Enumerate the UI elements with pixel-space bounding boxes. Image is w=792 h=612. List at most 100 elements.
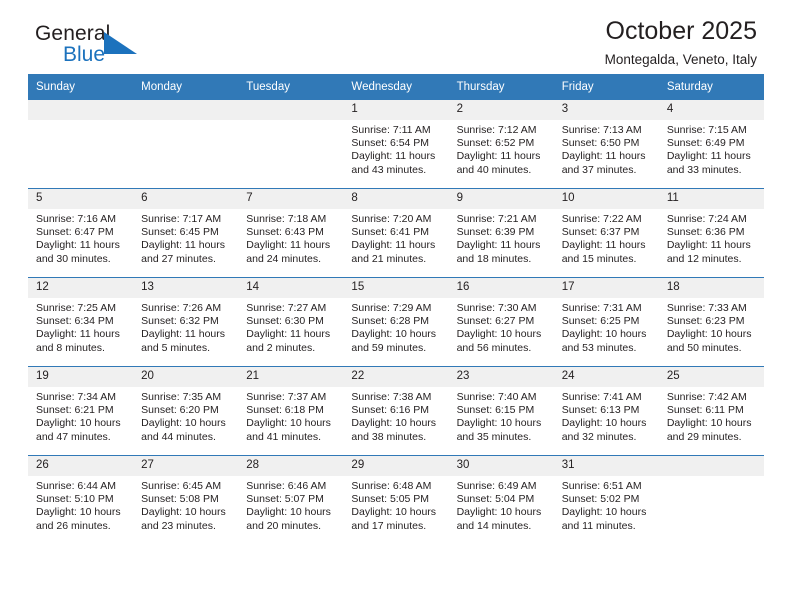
sunset-text: Sunset: 6:39 PM — [456, 226, 535, 239]
day-number: 20 — [133, 367, 239, 387]
day-number: 19 — [28, 367, 134, 387]
sunrise-text: Sunrise: 7:22 AM — [561, 213, 642, 225]
daylight-text: Daylight: 11 hours and 8 minutes. — [36, 328, 120, 354]
day-details: Sunrise: 7:25 AM Sunset: 6:34 PM Daylight:… — [28, 298, 133, 355]
sunrise-text: Sunrise: 7:24 AM — [666, 213, 747, 225]
sunrise-text: Sunrise: 7:20 AM — [351, 213, 432, 225]
calendar-day-cell[interactable]: 31 Sunrise: 6:51 AM Sunset: 5:02 PM Dayligh… — [553, 455, 659, 544]
calendar-day-cell[interactable]: 18 Sunrise: 7:33 AM Sunset: 6:23 PM Dayligh… — [658, 277, 764, 367]
sunrise-text: Sunrise: 7:30 AM — [456, 302, 537, 314]
calendar-day-cell[interactable]: 29 Sunrise: 6:48 AM Sunset: 5:05 PM Dayligh… — [343, 455, 449, 544]
sunrise-text: Sunrise: 7:33 AM — [666, 302, 747, 314]
calendar-week-row: 5 Sunrise: 7:16 AM Sunset: 6:47 PM Daylight… — [28, 188, 764, 278]
sunrise-text: Sunrise: 7:18 AM — [246, 213, 327, 225]
sunrise-text: Sunrise: 6:46 AM — [246, 480, 327, 492]
calendar-day-cell[interactable]: 2 Sunrise: 7:12 AM Sunset: 6:52 PM Daylight… — [448, 100, 554, 189]
sunset-text: Sunset: 6:32 PM — [141, 315, 219, 328]
sunrise-text: Sunrise: 7:41 AM — [561, 391, 642, 403]
daylight-text: Daylight: 10 hours and 53 minutes. — [561, 328, 647, 354]
calendar-day-cell[interactable]: 16 Sunrise: 7:30 AM Sunset: 6:27 PM Dayligh… — [448, 277, 554, 367]
page-subtitle: Montegalda, Veneto, Italy — [604, 52, 757, 67]
sunset-text: Sunset: 6:28 PM — [351, 315, 430, 328]
day-details: Sunrise: 7:37 AM Sunset: 6:18 PM Daylight:… — [238, 387, 343, 444]
day-number — [238, 100, 344, 120]
daylight-text: Daylight: 11 hours and 21 minutes. — [351, 239, 436, 265]
calendar-day-cell[interactable]: 27 Sunrise: 6:45 AM Sunset: 5:08 PM Dayligh… — [133, 455, 239, 544]
general-blue-logo[interactable]: General Blue — [35, 22, 155, 74]
sunset-text: Sunset: 6:16 PM — [351, 404, 430, 417]
calendar-day-cell[interactable]: 1 Sunrise: 7:11 AM Sunset: 6:54 PM Daylight… — [343, 100, 449, 189]
daylight-text: Daylight: 10 hours and 47 minutes. — [36, 417, 121, 443]
calendar-day-cell[interactable]: 6 Sunrise: 7:17 AM Sunset: 6:45 PM Daylight… — [133, 188, 239, 278]
sunrise-text: Sunrise: 7:13 AM — [561, 124, 642, 136]
page-header: General Blue October 2025 Montegalda, Ve… — [28, 0, 764, 74]
calendar-day-cell[interactable]: 12 Sunrise: 7:25 AM Sunset: 6:34 PM Dayligh… — [28, 277, 134, 367]
calendar-body: 1 Sunrise: 7:11 AM Sunset: 6:54 PM Daylight… — [28, 100, 764, 544]
calendar-table: Sunday Monday Tuesday Wednesday Thursday… — [28, 74, 764, 544]
calendar-day-cell[interactable]: 28 Sunrise: 6:46 AM Sunset: 5:07 PM Dayligh… — [238, 455, 344, 544]
sunrise-text: Sunrise: 6:49 AM — [456, 480, 537, 492]
day-details: Sunrise: 7:22 AM Sunset: 6:37 PM Daylight:… — [554, 209, 659, 266]
calendar-day-cell[interactable]: 30 Sunrise: 6:49 AM Sunset: 5:04 PM Dayligh… — [448, 455, 554, 544]
sunset-text: Sunset: 5:08 PM — [141, 493, 219, 506]
sunset-text: Sunset: 6:36 PM — [666, 226, 745, 239]
day-number: 24 — [553, 367, 659, 387]
sunrise-text: Sunrise: 6:51 AM — [561, 480, 642, 492]
day-details: Sunrise: 7:41 AM Sunset: 6:13 PM Daylight:… — [554, 387, 659, 444]
calendar-day-cell[interactable]: 23 Sunrise: 7:40 AM Sunset: 6:15 PM Dayligh… — [448, 366, 554, 456]
sunset-text: Sunset: 6:11 PM — [666, 404, 744, 417]
calendar-day-cell[interactable]: 17 Sunrise: 7:31 AM Sunset: 6:25 PM Dayligh… — [553, 277, 659, 367]
daylight-text: Daylight: 10 hours and 14 minutes. — [456, 506, 542, 532]
calendar-day-cell[interactable]: 26 Sunrise: 6:44 AM Sunset: 5:10 PM Dayligh… — [28, 455, 134, 544]
sunset-text: Sunset: 6:43 PM — [246, 226, 324, 239]
calendar-day-cell[interactable]: 9 Sunrise: 7:21 AM Sunset: 6:39 PM Daylight… — [448, 188, 554, 278]
sunset-text: Sunset: 6:20 PM — [141, 404, 219, 417]
page-title: October 2025 — [605, 17, 758, 45]
calendar-day-cell[interactable]: 20 Sunrise: 7:35 AM Sunset: 6:20 PM Dayligh… — [133, 366, 239, 456]
day-details: Sunrise: 7:13 AM Sunset: 6:50 PM Daylight:… — [554, 120, 659, 177]
calendar-day-cell[interactable]: 5 Sunrise: 7:16 AM Sunset: 6:47 PM Daylight… — [28, 188, 134, 278]
sunset-text: Sunset: 5:02 PM — [561, 493, 640, 506]
weekday-header-monday: Monday — [133, 74, 239, 100]
day-number: 13 — [133, 278, 239, 298]
sunset-text: Sunset: 5:04 PM — [456, 493, 535, 506]
day-number: 27 — [133, 456, 239, 476]
calendar-day-cell[interactable]: 10 Sunrise: 7:22 AM Sunset: 6:37 PM Dayligh… — [553, 188, 659, 278]
daylight-text: Daylight: 10 hours and 20 minutes. — [246, 506, 331, 532]
sunrise-text: Sunrise: 6:44 AM — [36, 480, 116, 492]
day-number: 10 — [553, 189, 659, 209]
weekday-header-wednesday: Wednesday — [343, 74, 449, 100]
sunset-text: Sunset: 6:50 PM — [561, 137, 640, 150]
day-number: 14 — [238, 278, 344, 298]
calendar-day-cell[interactable]: 8 Sunrise: 7:20 AM Sunset: 6:41 PM Daylight… — [343, 188, 449, 278]
day-number: 1 — [343, 100, 449, 120]
sunrise-text: Sunrise: 7:15 AM — [666, 124, 747, 136]
calendar-day-cell[interactable]: 4 Sunrise: 7:15 AM Sunset: 6:49 PM Daylight… — [658, 100, 764, 189]
sunrise-text: Sunrise: 7:40 AM — [456, 391, 537, 403]
calendar-day-cell[interactable]: 25 Sunrise: 7:42 AM Sunset: 6:11 PM Dayligh… — [658, 366, 764, 456]
daylight-text: Daylight: 10 hours and 17 minutes. — [351, 506, 437, 532]
sunrise-text: Sunrise: 7:35 AM — [141, 391, 222, 403]
calendar-day-cell[interactable]: 24 Sunrise: 7:41 AM Sunset: 6:13 PM Dayligh… — [553, 366, 659, 456]
calendar-day-cell[interactable]: 22 Sunrise: 7:38 AM Sunset: 6:16 PM Dayligh… — [343, 366, 449, 456]
calendar-day-cell[interactable]: 15 Sunrise: 7:29 AM Sunset: 6:28 PM Dayligh… — [343, 277, 449, 367]
calendar-day-cell-empty — [28, 100, 134, 189]
daylight-text: Daylight: 10 hours and 50 minutes. — [666, 328, 752, 354]
calendar-day-cell[interactable]: 19 Sunrise: 7:34 AM Sunset: 6:21 PM Dayligh… — [28, 366, 134, 456]
sunrise-text: Sunrise: 7:27 AM — [246, 302, 327, 314]
sunrise-text: Sunrise: 7:12 AM — [456, 124, 537, 136]
daylight-text: Daylight: 10 hours and 38 minutes. — [351, 417, 437, 443]
sunset-text: Sunset: 6:45 PM — [141, 226, 219, 239]
calendar-day-cell[interactable]: 7 Sunrise: 7:18 AM Sunset: 6:43 PM Daylight… — [238, 188, 344, 278]
calendar-day-cell[interactable]: 3 Sunrise: 7:13 AM Sunset: 6:50 PM Daylight… — [553, 100, 659, 189]
calendar-day-cell[interactable]: 11 Sunrise: 7:24 AM Sunset: 6:36 PM Dayligh… — [658, 188, 764, 278]
calendar-day-cell[interactable]: 13 Sunrise: 7:26 AM Sunset: 6:32 PM Dayligh… — [133, 277, 239, 367]
day-number: 21 — [238, 367, 344, 387]
calendar-day-cell[interactable]: 21 Sunrise: 7:37 AM Sunset: 6:18 PM Dayligh… — [238, 366, 344, 456]
sunset-text: Sunset: 6:34 PM — [36, 315, 114, 328]
calendar-page: General Blue October 2025 Montegalda, Ve… — [0, 0, 792, 612]
weekday-header-saturday: Saturday — [658, 74, 764, 100]
calendar-day-cell[interactable]: 14 Sunrise: 7:27 AM Sunset: 6:30 PM Dayligh… — [238, 277, 344, 367]
day-details: Sunrise: 7:21 AM Sunset: 6:39 PM Daylight:… — [449, 209, 554, 266]
sunset-text: Sunset: 6:49 PM — [666, 137, 745, 150]
